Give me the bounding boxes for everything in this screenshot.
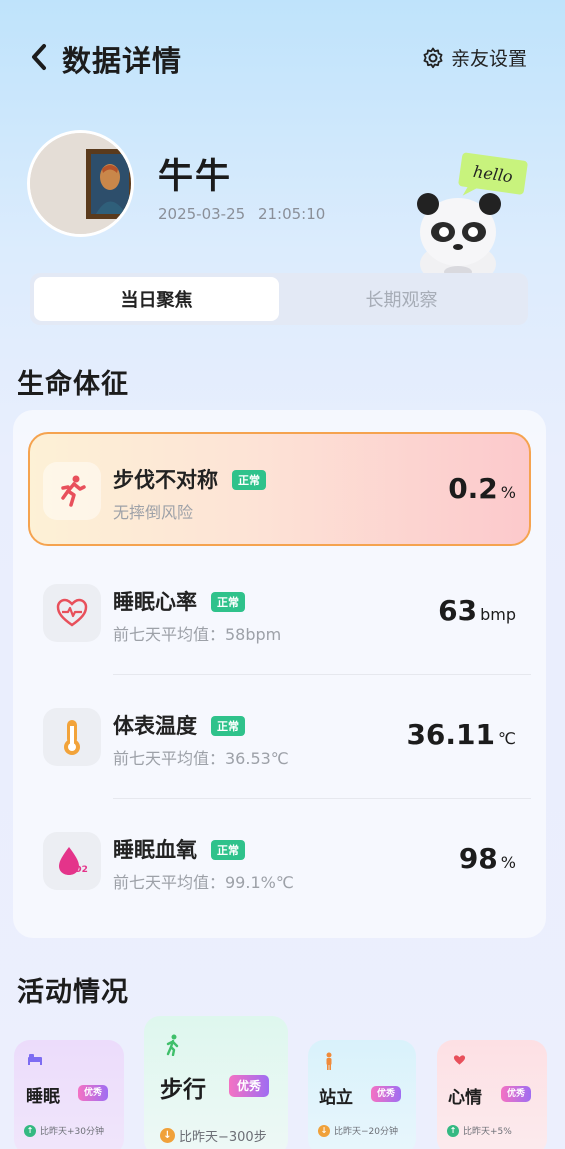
back-button[interactable] xyxy=(26,42,52,72)
activity-card-walking[interactable]: 步行 优秀 ↓ 比昨天−300步 xyxy=(144,1016,288,1149)
vital-value: 63 bmp xyxy=(438,594,516,627)
svg-text:O2: O2 xyxy=(74,865,88,875)
vital-value: 0.2% xyxy=(448,472,516,505)
vital-name: 睡眠心率 正常 xyxy=(113,586,245,616)
divider xyxy=(113,674,531,675)
gear-icon xyxy=(423,47,443,68)
vital-row-skin-temperature[interactable]: 体表温度 正常 前七天平均值：36.53℃ 36.11 ℃ xyxy=(13,680,546,794)
vital-row-sleep-oxygen[interactable]: O2 睡眠血氧 正常 前七天平均值：99.1%℃ 98% xyxy=(13,804,546,918)
vital-sub: 前七天平均值：58bpm xyxy=(113,625,282,644)
activity-delta: ↓ 比昨天−20分钟 xyxy=(318,1124,398,1137)
activity-section-title: 活动情况 xyxy=(17,977,129,1008)
vital-row-gait-asymmetry[interactable]: 步伐不对称 正常 无摔倒风险 0.2% xyxy=(28,432,531,546)
activity-badge: 优秀 xyxy=(78,1085,108,1101)
tab-daily-focus[interactable]: 当日聚焦 xyxy=(34,277,279,321)
activity-delta: ↑ 比昨天+30分钟 xyxy=(24,1124,104,1137)
vital-value: 36.11 ℃ xyxy=(406,718,516,751)
portrait-painting-image xyxy=(30,133,131,234)
vital-name: 体表温度 正常 xyxy=(113,710,245,740)
tab-long-term[interactable]: 长期观察 xyxy=(279,277,524,321)
avatar[interactable] xyxy=(27,130,134,237)
status-badge: 正常 xyxy=(211,840,245,860)
activity-badge: 优秀 xyxy=(501,1086,531,1102)
vital-value: 98% xyxy=(458,842,516,875)
app-header: 数据详情 亲友设置 xyxy=(0,30,565,84)
divider xyxy=(113,798,531,799)
activity-card-mood[interactable]: 心情 优秀 ↑ 比昨天+5% xyxy=(437,1040,547,1149)
bed-icon xyxy=(28,1054,42,1065)
thermometer-icon xyxy=(43,708,101,766)
vital-sub: 无摔倒风险 xyxy=(113,503,194,522)
vitals-section-title: 生命体征 xyxy=(17,369,129,400)
status-badge: 正常 xyxy=(211,716,245,736)
status-badge: 正常 xyxy=(211,592,245,612)
activity-name: 步行 xyxy=(160,1077,206,1103)
heart-pulse-icon xyxy=(43,584,101,642)
heart-icon xyxy=(453,1055,466,1065)
oxygen-drop-icon: O2 xyxy=(43,832,101,890)
arrow-down-icon: ↓ xyxy=(318,1124,330,1137)
activity-name: 睡眠 xyxy=(26,1087,60,1107)
activity-card-standing[interactable]: 站立 优秀 ↓ 比昨天−20分钟 xyxy=(308,1040,416,1149)
settings-label: 亲友设置 xyxy=(450,48,527,70)
activity-badge: 优秀 xyxy=(229,1075,269,1097)
vital-name: 步伐不对称 正常 xyxy=(113,464,266,494)
arrow-up-icon: ↑ xyxy=(447,1124,459,1137)
activity-card-sleep[interactable]: 睡眠 优秀 ↑ 比昨天+30分钟 xyxy=(14,1040,124,1149)
user-name: 牛牛 xyxy=(158,157,233,197)
view-tabs: 当日聚焦 长期观察 xyxy=(30,273,528,325)
activity-name: 心情 xyxy=(448,1088,482,1108)
activity-delta: ↑ 比昨天+5% xyxy=(447,1124,512,1137)
arrow-up-icon: ↑ xyxy=(24,1124,36,1137)
chevron-left-icon xyxy=(32,44,46,70)
walking-icon xyxy=(166,1034,179,1056)
vital-sub: 前七天平均值：99.1%℃ xyxy=(113,873,294,892)
vitals-card: 步伐不对称 正常 无摔倒风险 0.2% 睡眠心率 正常 前七天平均值：58bpm 6… xyxy=(13,410,546,938)
activity-badge: 优秀 xyxy=(371,1086,401,1102)
running-person-icon xyxy=(43,462,101,520)
standing-person-icon xyxy=(326,1052,332,1070)
timestamp: 2025-03-25 21:05:10 xyxy=(158,205,326,223)
vital-row-sleep-heart-rate[interactable]: 睡眠心率 正常 前七天平均值：58bpm 63 bmp xyxy=(13,556,546,670)
arrow-down-icon: ↓ xyxy=(160,1128,175,1143)
activity-name: 站立 xyxy=(319,1088,353,1108)
status-badge: 正常 xyxy=(232,470,266,490)
page-title: 数据详情 xyxy=(62,44,183,78)
panda-mascot-image: hello xyxy=(417,152,528,277)
vital-sub: 前七天平均值：36.53℃ xyxy=(113,749,289,768)
vital-name: 睡眠血氧 正常 xyxy=(113,834,245,864)
activity-delta: ↓ 比昨天−300步 xyxy=(160,1126,267,1145)
family-settings-button[interactable]: 亲友设置 xyxy=(421,44,527,71)
profile-section: 牛牛 2025-03-25 21:05:10 hello xyxy=(0,128,565,278)
